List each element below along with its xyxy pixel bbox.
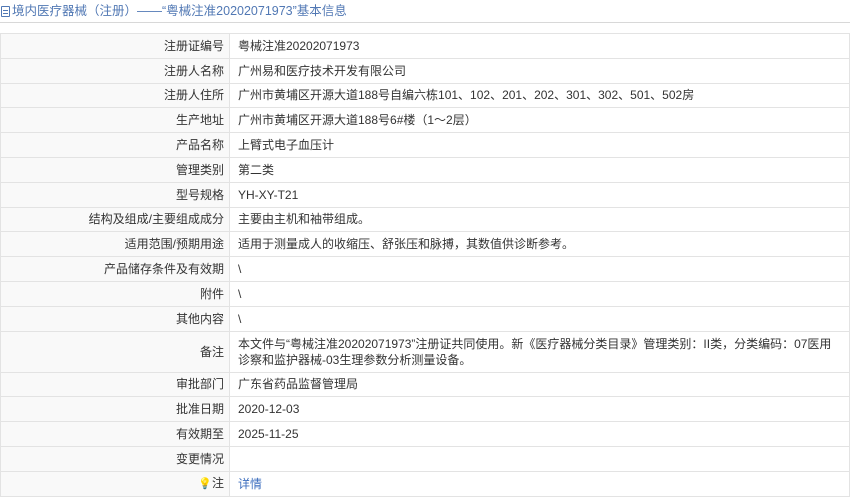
table-row: 备注 本文件与“粤械注准20202071973”注册证共同使用。新《医疗器械分类…	[0, 330, 850, 373]
note-label: 注	[211, 476, 224, 491]
row-value: YH-XY-T21	[229, 181, 850, 208]
row-label: 注册人住所	[0, 82, 230, 109]
table-row: 批准日期 2020-12-03	[0, 396, 850, 423]
row-value: 广州市黄埔区开源大道188号6#楼（1～2层）	[229, 107, 850, 134]
row-label: 注册人名称	[0, 57, 230, 84]
row-label: 产品名称	[0, 132, 230, 158]
row-label: 结构及组成/主要组成成分	[0, 206, 230, 233]
table-row: 注册人住所 广州市黄埔区开源大道188号自编六栋101、102、201、202、…	[0, 82, 850, 109]
row-value: 广州市黄埔区开源大道188号自编六栋101、102、201、202、301、30…	[229, 82, 850, 109]
table-row: 变更情况	[0, 445, 850, 472]
note-label-cell: 💡注	[0, 470, 230, 497]
row-label: 附件	[0, 280, 230, 307]
row-value	[229, 445, 850, 472]
row-value: 第二类	[229, 156, 850, 183]
page-title-bar: 境内医疗器械（注册）——“粤械注准20202071973”基本信息	[0, 0, 850, 23]
row-value: \	[229, 280, 850, 307]
page-title: 境内医疗器械（注册）——“粤械注准20202071973”基本信息	[12, 4, 347, 18]
table-row: 结构及组成/主要组成成分 主要由主机和袖带组成。	[0, 206, 850, 233]
note-row: 💡注 详情	[0, 470, 850, 497]
table-row: 管理类别 第二类	[0, 156, 850, 183]
row-value: 广东省药品监督管理局	[229, 371, 850, 398]
row-value: 粤械注准20202071973	[229, 33, 850, 59]
row-label: 审批部门	[0, 371, 230, 398]
row-label: 产品储存条件及有效期	[0, 256, 230, 282]
table-row: 注册人名称 广州易和医疗技术开发有限公司	[0, 57, 850, 84]
row-value: \	[229, 305, 850, 332]
row-label: 批准日期	[0, 396, 230, 423]
table-row: 产品储存条件及有效期 \	[0, 256, 850, 282]
row-label: 管理类别	[0, 156, 230, 183]
table-row: 审批部门 广东省药品监督管理局	[0, 371, 850, 398]
row-label: 备注	[0, 330, 230, 373]
table-row: 产品名称 上臂式电子血压计	[0, 132, 850, 158]
table-row: 注册证编号 粤械注准20202071973	[0, 33, 850, 59]
table-row: 型号规格 YH-XY-T21	[0, 181, 850, 208]
row-value: 2020-12-03	[229, 396, 850, 423]
row-value: 广州易和医疗技术开发有限公司	[229, 57, 850, 84]
info-table: 注册证编号 粤械注准20202071973 注册人名称 广州易和医疗技术开发有限…	[0, 33, 850, 497]
row-value: 2025-11-25	[229, 421, 850, 447]
table-row: 有效期至 2025-11-25	[0, 421, 850, 447]
row-label: 注册证编号	[0, 33, 230, 59]
table-row: 附件 \	[0, 280, 850, 307]
row-value: 适用于测量成人的收缩压、舒张压和脉搏，其数值供诊断参考。	[229, 231, 850, 258]
row-label: 其他内容	[0, 305, 230, 332]
document-icon	[1, 6, 10, 17]
row-value: 本文件与“粤械注准20202071973”注册证共同使用。新《医疗器械分类目录》…	[229, 330, 850, 373]
row-label: 型号规格	[0, 181, 230, 208]
row-value: 主要由主机和袖带组成。	[229, 206, 850, 233]
row-label: 适用范围/预期用途	[0, 231, 230, 258]
row-label: 变更情况	[0, 445, 230, 472]
lightbulb-icon: 💡	[198, 478, 212, 491]
note-value-cell: 详情	[229, 470, 850, 497]
row-value: \	[229, 256, 850, 282]
detail-link[interactable]: 详情	[238, 477, 262, 491]
table-row: 生产地址 广州市黄埔区开源大道188号6#楼（1～2层）	[0, 107, 850, 134]
row-label: 生产地址	[0, 107, 230, 134]
table-row: 其他内容 \	[0, 305, 850, 332]
row-value: 上臂式电子血压计	[229, 132, 850, 158]
table-row: 适用范围/预期用途 适用于测量成人的收缩压、舒张压和脉搏，其数值供诊断参考。	[0, 231, 850, 258]
row-label: 有效期至	[0, 421, 230, 447]
